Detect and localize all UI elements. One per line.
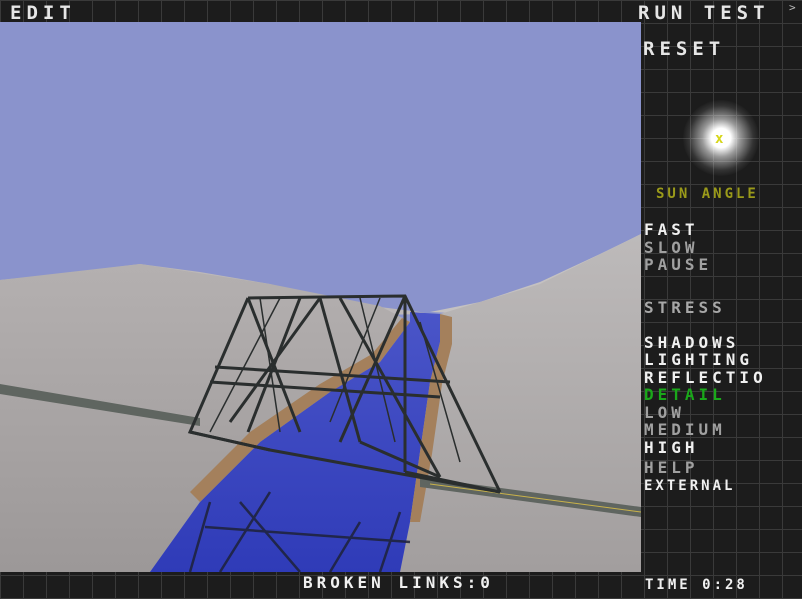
detail-medium-option[interactable]: Medium — [644, 420, 726, 439]
reset-button[interactable]: Reset — [643, 38, 725, 60]
help-button[interactable]: Help — [644, 458, 699, 477]
edit-button[interactable]: Edit — [10, 2, 76, 24]
detail-high-option[interactable]: High — [644, 438, 699, 457]
run-test-button[interactable]: Run Test — [638, 2, 770, 24]
stress-toggle[interactable]: Stress — [644, 298, 726, 317]
time-readout: Time 0:28 — [645, 577, 748, 593]
external-view-button[interactable]: External — [644, 478, 735, 494]
broken-links-status: Broken Links:0 — [303, 573, 494, 592]
simulation-viewport[interactable] — [0, 22, 641, 572]
sun-angle-label: Sun Angle — [656, 186, 759, 202]
lighting-toggle[interactable]: Lighting — [644, 350, 753, 369]
sun-marker: x — [715, 131, 724, 147]
corner-arrow-icon: > — [789, 1, 796, 14]
speed-fast-button[interactable]: Fast — [644, 220, 699, 239]
bridge-scene — [0, 234, 641, 572]
detail-label: Detail — [644, 385, 726, 404]
speed-pause-button[interactable]: Pause — [644, 255, 712, 274]
